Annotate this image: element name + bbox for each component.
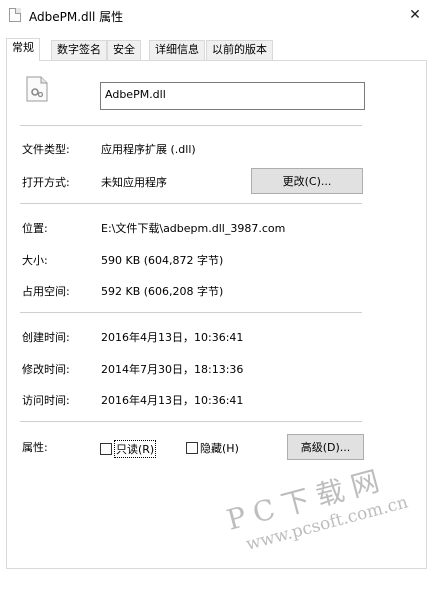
size-value: 590 KB (604,872 字节): [101, 254, 224, 267]
tab-previous-versions[interactable]: 以前的版本: [206, 40, 273, 60]
opens-with-label: 打开方式:: [22, 176, 70, 189]
file-type-label: 文件类型:: [22, 143, 70, 156]
separator: [20, 125, 362, 126]
attributes-label: 属性:: [22, 441, 48, 454]
location-value: E:\文件下载\adbepm.dll_3987.com: [101, 222, 286, 235]
advanced-button[interactable]: 高级(D)...: [287, 434, 364, 460]
file-name-input[interactable]: AdbePM.dll: [100, 82, 365, 110]
separator: [20, 203, 362, 204]
close-icon: ✕: [409, 7, 421, 23]
modified-label: 修改时间:: [22, 363, 70, 376]
separator: [20, 312, 362, 313]
modified-value: 2014年7月30日，18:13:36: [101, 363, 244, 376]
title-bar: AdbePM.dll 属性 ✕: [0, 0, 433, 30]
created-label: 创建时间:: [22, 331, 70, 344]
readonly-checkbox[interactable]: 只读(R): [100, 440, 157, 458]
hidden-checkbox-label: 隐藏(H): [200, 442, 239, 455]
file-icon-small: [9, 8, 21, 22]
readonly-checkbox-box[interactable]: [100, 443, 112, 455]
size-on-disk-value: 592 KB (606,208 字节): [101, 285, 224, 298]
accessed-value: 2016年4月13日，10:36:41: [101, 394, 244, 407]
tab-digital-signatures[interactable]: 数字签名: [51, 40, 107, 60]
tab-general[interactable]: 常规: [6, 38, 40, 61]
created-value: 2016年4月13日，10:36:41: [101, 331, 244, 344]
separator: [20, 421, 362, 422]
size-label: 大小:: [22, 254, 48, 267]
readonly-checkbox-label: 只读(R): [114, 440, 157, 458]
hidden-checkbox-box[interactable]: [186, 442, 198, 454]
accessed-label: 访问时间:: [22, 394, 70, 407]
opens-with-value: 未知应用程序: [101, 176, 167, 189]
tab-security[interactable]: 安全: [107, 40, 141, 60]
location-label: 位置:: [22, 222, 48, 235]
size-on-disk-label: 占用空间:: [22, 285, 70, 298]
tab-details[interactable]: 详细信息: [149, 40, 205, 60]
file-type-value: 应用程序扩展 (.dll): [101, 143, 196, 156]
tab-bar: 常规 数字签名 安全 详细信息 以前的版本: [6, 38, 426, 61]
change-button[interactable]: 更改(C)...: [251, 168, 363, 194]
window-title: AdbePM.dll 属性: [29, 10, 124, 24]
dll-file-icon: [26, 76, 48, 102]
hidden-checkbox[interactable]: 隐藏(H): [186, 440, 239, 456]
close-button[interactable]: ✕: [397, 0, 433, 30]
